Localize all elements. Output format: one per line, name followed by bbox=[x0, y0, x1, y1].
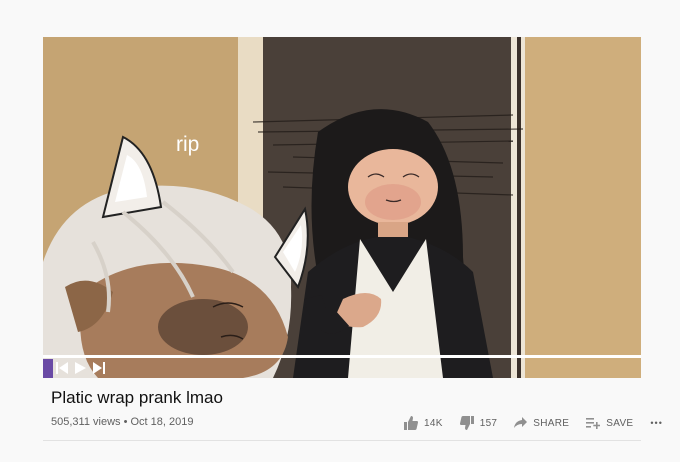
previous-icon[interactable] bbox=[55, 360, 69, 376]
share-arrow-icon bbox=[514, 417, 528, 428]
meta-separator: • bbox=[123, 416, 128, 428]
upload-date: Oct 18, 2019 bbox=[130, 416, 194, 428]
next-icon[interactable] bbox=[92, 360, 106, 376]
dislike-button[interactable]: 157 bbox=[459, 416, 498, 430]
playlist-add-icon bbox=[586, 418, 601, 429]
progress-bar[interactable] bbox=[43, 355, 641, 358]
thumbs-up-icon bbox=[404, 416, 418, 430]
save-label: SAVE bbox=[606, 417, 634, 429]
video-title: Platic wrap prank lmao bbox=[51, 388, 223, 407]
more-options-icon[interactable]: ••• bbox=[650, 418, 662, 428]
caption-text: rip bbox=[176, 133, 200, 156]
video-meta: 505,311 views • Oct 18, 2019 bbox=[51, 416, 194, 428]
play-icon[interactable] bbox=[73, 360, 87, 376]
divider bbox=[43, 440, 641, 441]
share-label: SHARE bbox=[533, 417, 570, 429]
dislike-count: 157 bbox=[479, 417, 498, 429]
share-button[interactable]: SHARE bbox=[514, 417, 569, 429]
view-count: 505,311 views bbox=[51, 416, 121, 428]
like-count: 14K bbox=[424, 417, 443, 429]
thumbs-down-icon bbox=[459, 416, 474, 430]
more-label: ••• bbox=[650, 418, 663, 428]
video-frame-illustration bbox=[43, 37, 641, 378]
video-player[interactable]: rip bbox=[43, 37, 641, 378]
action-bar: 14K 157 SHARE SAVE ••• bbox=[404, 411, 680, 435]
save-button[interactable]: SAVE bbox=[586, 417, 633, 429]
like-button[interactable]: 14K bbox=[404, 416, 443, 430]
